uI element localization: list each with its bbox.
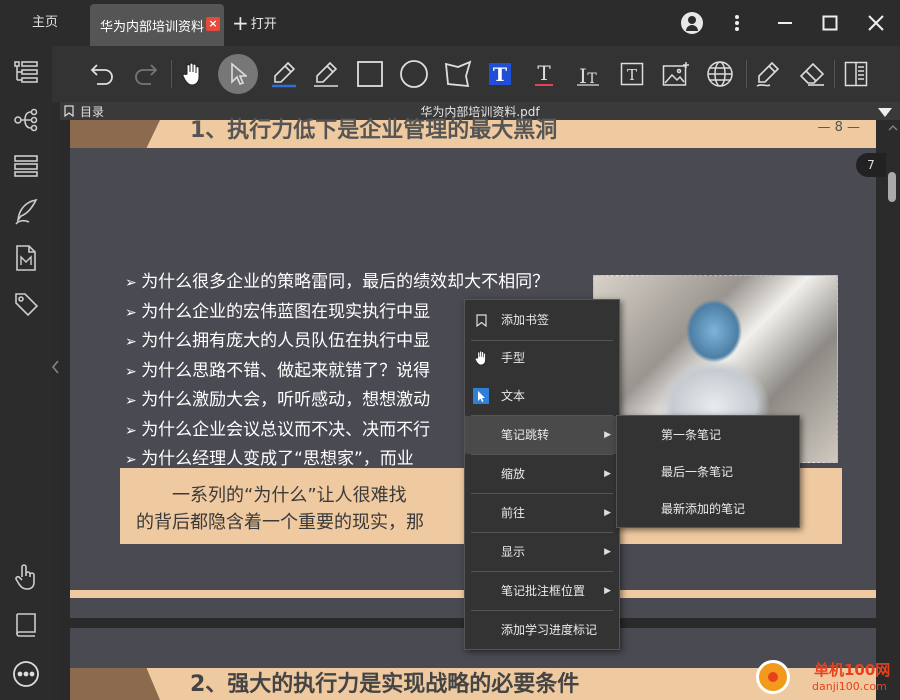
submenu-arrow-icon: ▶ (604, 586, 611, 596)
thumbnail-list-icon[interactable] (10, 150, 42, 182)
page-number: — 8 — (817, 120, 860, 135)
tab-document[interactable]: 华为内部培训资料 × (90, 4, 224, 46)
more-menu-icon[interactable] (722, 8, 752, 38)
highlighter-icon[interactable] (264, 54, 304, 94)
close-window-icon[interactable] (861, 8, 891, 38)
open-file-button[interactable]: + 打开 (232, 13, 277, 33)
outline-list-icon[interactable] (10, 56, 42, 88)
watermark-logo-icon (756, 660, 790, 694)
page-heading-text: 1、执行力低下是企业管理的最大黑洞 (190, 118, 558, 143)
pen-icon[interactable] (306, 54, 346, 94)
quill-pen-icon[interactable] (10, 196, 42, 228)
menu-item-label: 显示 (501, 545, 526, 559)
text-frame-icon[interactable]: T (612, 54, 652, 94)
page-heading-accent (70, 120, 160, 148)
menu-item-note-box-position[interactable]: 笔记批注框位置 ▶ (465, 572, 619, 610)
close-tab-icon[interactable]: × (206, 17, 220, 31)
toolbar-divider (834, 60, 835, 88)
menu-item-hand[interactable]: 手型 (465, 339, 619, 377)
rectangle-tool-icon[interactable] (350, 54, 390, 94)
submenu-item-newest-note[interactable]: 最新添加的笔记 (617, 491, 799, 528)
submenu-arrow-icon: ▶ (604, 508, 611, 518)
submenu-arrow-icon: ▶ (604, 547, 611, 557)
scroll-up-icon[interactable] (886, 124, 900, 132)
menu-item-zoom[interactable]: 缩放 ▶ (465, 455, 619, 493)
text-box-filled-icon[interactable]: T (480, 54, 520, 94)
submenu-item-first-note[interactable]: 第一条笔记 (617, 417, 799, 454)
collapse-down-icon[interactable] (878, 106, 892, 120)
page-heading-text: 2、强大的执行力是实现战略的必要条件 (190, 672, 580, 697)
svg-text:I: I (579, 64, 587, 87)
menu-item-label: 文本 (501, 389, 526, 403)
left-sidebar (0, 46, 52, 700)
menu-item-text[interactable]: 文本 (465, 377, 619, 415)
text-underline-icon[interactable]: T (524, 54, 564, 94)
tab-document-label: 华为内部培训资料 (100, 20, 205, 35)
markdown-file-icon[interactable] (10, 242, 42, 274)
title-bar: 主页 华为内部培训资料 × + 打开 (0, 0, 900, 46)
redo-icon[interactable] (126, 54, 166, 94)
watermark-url: danji100.com (812, 680, 887, 693)
signature-pen-icon[interactable] (748, 54, 788, 94)
touch-gesture-icon[interactable] (10, 561, 42, 593)
submenu-item-last-note[interactable]: 最后一条笔记 (617, 454, 799, 491)
menu-item-go-to[interactable]: 前往 ▶ (465, 494, 619, 532)
collapse-sidebar-icon[interactable] (52, 360, 60, 384)
menu-item-label: 添加学习进度标记 (501, 623, 598, 637)
book-icon[interactable] (10, 609, 42, 641)
undo-icon[interactable] (82, 54, 122, 94)
plus-icon: + (232, 11, 249, 35)
menu-item-add-bookmark[interactable]: 添加书签 (465, 301, 619, 339)
submenu-arrow-icon: ▶ (604, 469, 611, 479)
open-file-label: 打开 (250, 17, 277, 32)
user-avatar-icon[interactable] (681, 12, 703, 34)
more-options-icon[interactable] (10, 658, 42, 690)
annotation-toolbar: T T IT T (52, 46, 900, 102)
vertical-scrollbar[interactable] (886, 120, 900, 700)
page-indicator: 7 (856, 153, 886, 177)
scrollbar-thumb[interactable] (888, 172, 896, 202)
tag-icon[interactable] (10, 288, 42, 320)
menu-item-label: 前往 (501, 506, 526, 520)
svg-text:T: T (537, 61, 551, 85)
side-panel-toggle-icon[interactable] (836, 54, 876, 94)
globe-link-icon[interactable] (700, 54, 740, 94)
bullet-item: 为什么很多企业的策略雷同，最后的绩效却大不相同？ (125, 268, 545, 298)
ellipse-tool-icon[interactable] (394, 54, 434, 94)
select-cursor-icon[interactable] (218, 54, 258, 94)
menu-item-label: 添加书签 (501, 313, 550, 327)
toc-label: 目录 (80, 105, 105, 119)
menu-item-label: 笔记批注框位置 (501, 584, 586, 598)
submenu-arrow-icon: ▶ (604, 430, 611, 440)
eraser-icon[interactable] (792, 54, 832, 94)
context-menu: 添加书签 手型 文本 笔记跳转 ▶ 缩放 ▶ 前往 ▶ 显示 ▶ 笔记批注框位置… (464, 299, 620, 650)
maximize-icon[interactable] (815, 8, 845, 38)
svg-text:T: T (627, 66, 637, 84)
toc-button[interactable]: 目录 (64, 103, 104, 120)
minimize-icon[interactable] (770, 8, 800, 38)
menu-item-note-jump[interactable]: 笔记跳转 ▶ (465, 416, 619, 454)
polygon-tool-icon[interactable] (438, 54, 478, 94)
toolbar-divider (746, 60, 747, 88)
menu-item-add-progress-mark[interactable]: 添加学习进度标记 (465, 611, 619, 649)
hand-icon (473, 350, 489, 366)
menu-item-label: 笔记跳转 (501, 428, 550, 442)
hand-tool-icon[interactable] (172, 54, 212, 94)
tab-home[interactable]: 主页 (0, 0, 90, 46)
bookmark-icon (473, 312, 489, 328)
watermark-brand: 单机100网 (814, 661, 891, 679)
bookmark-outline-icon (64, 105, 74, 118)
menu-item-display[interactable]: 显示 ▶ (465, 533, 619, 571)
svg-text:T: T (493, 64, 507, 86)
text-size-icon[interactable]: IT (568, 54, 608, 94)
page-heading-accent (70, 668, 160, 700)
insert-image-icon[interactable] (656, 54, 696, 94)
watermark-logo: 单机100网 danji100.com (750, 656, 900, 700)
menu-item-label: 缩放 (501, 467, 526, 481)
menu-item-label: 手型 (501, 351, 526, 365)
mindmap-icon[interactable] (10, 104, 42, 136)
note-jump-submenu: 第一条笔记 最后一条笔记 最新添加的笔记 (616, 415, 800, 528)
text-select-icon (473, 388, 489, 404)
